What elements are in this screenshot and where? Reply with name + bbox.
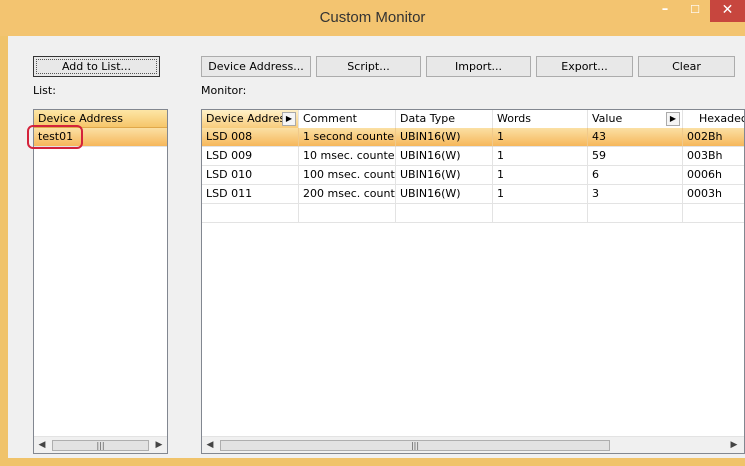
- data-type-cell[interactable]: UBIN16(W): [396, 185, 493, 204]
- title-bar[interactable]: Custom Monitor – ☐ ✕: [0, 0, 745, 36]
- words-cell[interactable]: 1: [493, 147, 588, 166]
- table-row[interactable]: LSD 011 200 msec. count... UBIN16(W) 1 3 0003…: [202, 185, 744, 204]
- data-type-cell[interactable]: UBIN16(W): [396, 128, 493, 147]
- clear-button[interactable]: Clear: [638, 56, 735, 77]
- column-header-device-address[interactable]: Device Address ▶: [202, 110, 299, 128]
- list-scroll-thumb[interactable]: |||: [52, 440, 149, 451]
- words-cell[interactable]: 1: [493, 128, 588, 147]
- monitor-panel[interactable]: Device Address ▶ Comment Data Type Words…: [201, 109, 745, 454]
- words-cell[interactable]: 1: [493, 185, 588, 204]
- column-menu-icon[interactable]: ▶: [666, 112, 680, 126]
- device-address-button[interactable]: Device Address...: [201, 56, 311, 77]
- highlight-ring: [27, 125, 83, 149]
- empty-row[interactable]: [202, 204, 744, 223]
- import-button[interactable]: Import...: [426, 56, 531, 77]
- device-address-cell[interactable]: LSD 011: [202, 185, 299, 204]
- comment-cell[interactable]: 1 second counte...: [299, 128, 396, 147]
- hex-cell[interactable]: [683, 204, 744, 223]
- list-horizontal-scrollbar[interactable]: ◀ ||| ▶: [34, 436, 167, 453]
- scroll-left-icon[interactable]: ◀: [202, 437, 218, 453]
- custom-monitor-window: Custom Monitor – ☐ ✕ Add to List... Devi…: [0, 0, 745, 466]
- column-header-comment[interactable]: Comment: [299, 110, 396, 128]
- window-client: Add to List... Device Address... Script.…: [8, 36, 745, 458]
- column-header-words[interactable]: Words: [493, 110, 588, 128]
- monitor-header: Device Address ▶ Comment Data Type Words…: [202, 110, 744, 129]
- device-address-cell[interactable]: LSD 008: [202, 128, 299, 147]
- column-header-value[interactable]: Value ▶: [588, 110, 683, 128]
- list-label: List:: [33, 84, 56, 97]
- scroll-right-icon[interactable]: ▶: [726, 437, 742, 453]
- add-to-list-button[interactable]: Add to List...: [33, 56, 160, 77]
- monitor-horizontal-scrollbar[interactable]: ◀ ||| ▶: [202, 436, 744, 453]
- data-type-cell[interactable]: [396, 204, 493, 223]
- device-address-cell[interactable]: LSD 010: [202, 166, 299, 185]
- monitor-label: Monitor:: [201, 84, 247, 97]
- value-cell[interactable]: [588, 204, 683, 223]
- column-label: Device Address: [206, 112, 291, 125]
- comment-cell[interactable]: 200 msec. count...: [299, 185, 396, 204]
- device-address-cell[interactable]: LSD 009: [202, 147, 299, 166]
- export-button[interactable]: Export...: [536, 56, 633, 77]
- minimize-button[interactable]: –: [650, 0, 680, 22]
- value-cell[interactable]: 43: [588, 128, 683, 147]
- script-button[interactable]: Script...: [316, 56, 421, 77]
- data-type-cell[interactable]: UBIN16(W): [396, 147, 493, 166]
- hex-cell[interactable]: 003Bh: [683, 147, 744, 166]
- scroll-right-icon[interactable]: ▶: [151, 437, 167, 453]
- maximize-button[interactable]: ☐: [680, 0, 710, 22]
- value-cell[interactable]: 3: [588, 185, 683, 204]
- table-row[interactable]: LSD 008 1 second counte... UBIN16(W) 1 43 002…: [202, 128, 744, 147]
- hex-cell[interactable]: 0003h: [683, 185, 744, 204]
- window-title: Custom Monitor: [319, 9, 426, 26]
- column-header-hexadecimal[interactable]: Hexadecin: [683, 110, 744, 128]
- scroll-left-icon[interactable]: ◀: [34, 437, 50, 453]
- list-panel[interactable]: Device Address test01 ◀ ||| ▶: [27, 109, 168, 454]
- value-cell[interactable]: 6: [588, 166, 683, 185]
- device-address-cell[interactable]: [202, 204, 299, 223]
- comment-cell[interactable]: 100 msec. count...: [299, 166, 396, 185]
- column-label: Value: [592, 112, 623, 125]
- comment-cell[interactable]: [299, 204, 396, 223]
- hex-cell[interactable]: 0006h: [683, 166, 744, 185]
- words-cell[interactable]: [493, 204, 588, 223]
- data-type-cell[interactable]: UBIN16(W): [396, 166, 493, 185]
- close-button[interactable]: ✕: [710, 0, 745, 22]
- words-cell[interactable]: 1: [493, 166, 588, 185]
- hex-cell[interactable]: 002Bh: [683, 128, 744, 147]
- table-row[interactable]: LSD 009 10 msec. counte... UBIN16(W) 1 59 003…: [202, 147, 744, 166]
- monitor-scroll-thumb[interactable]: |||: [220, 440, 610, 451]
- comment-cell[interactable]: 10 msec. counte...: [299, 147, 396, 166]
- table-row[interactable]: LSD 010 100 msec. count... UBIN16(W) 1 6 0006…: [202, 166, 744, 185]
- value-cell[interactable]: 59: [588, 147, 683, 166]
- column-header-data-type[interactable]: Data Type: [396, 110, 493, 128]
- column-menu-icon[interactable]: ▶: [282, 112, 296, 126]
